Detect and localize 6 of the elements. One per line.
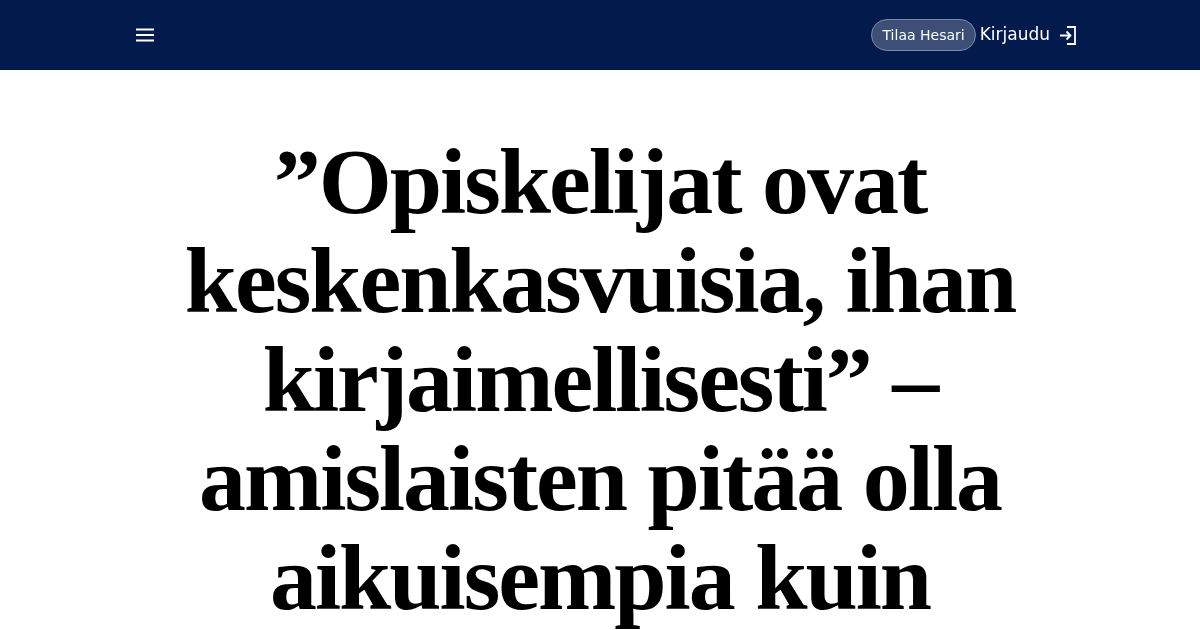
login-label: Kirjaudu xyxy=(979,23,1050,47)
login-icon xyxy=(1059,25,1076,45)
subscribe-button[interactable]: Tilaa Hesari xyxy=(871,19,976,51)
login-link[interactable]: Kirjaudu xyxy=(979,19,1076,51)
article-headline: ”Opiskelijat ovat keskenkasvuisia, ihan kirjaimellisesti” – amislaisten pitää olla aikuisempia kuin xyxy=(183,132,1017,627)
menu-icon[interactable] xyxy=(135,28,155,42)
